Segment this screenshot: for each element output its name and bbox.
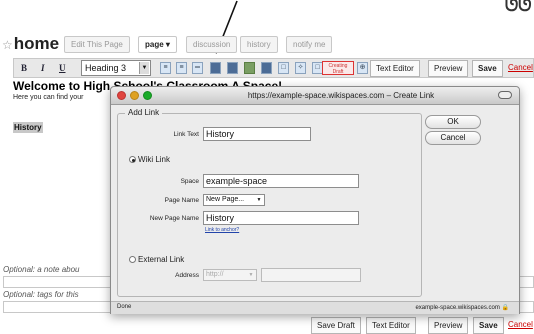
dialog-title: https://example-space.wikispaces.com – C… <box>247 91 435 100</box>
link-text-value: History <box>206 129 235 139</box>
close-window-icon[interactable] <box>117 91 126 100</box>
dialog-status-bar: Done example-space.wikispaces.com 🔒 <box>111 301 519 314</box>
heading-select-value: Heading 3 <box>85 63 127 73</box>
bullet-list-icon[interactable]: ≡ <box>176 62 187 74</box>
create-link-dialog: https://example-space.wikispaces.com – C… <box>110 86 520 314</box>
home-label: home <box>13 34 60 53</box>
status-text: Done <box>117 304 132 310</box>
tab-discussion[interactable]: discussion <box>186 36 238 53</box>
lock-icon: 🔒 <box>501 305 509 311</box>
new-page-name-input[interactable]: History <box>203 211 359 225</box>
link-to-anchor-link[interactable]: Link to anchor? <box>205 227 239 233</box>
chevron-down-icon: ▼ <box>256 197 262 203</box>
image-icon[interactable] <box>244 62 255 74</box>
cancel-link[interactable]: Cancel <box>508 63 533 72</box>
zoom-window-icon[interactable] <box>143 91 152 100</box>
home-star-icon: ☆ <box>2 38 13 52</box>
cancel-label: Cancel <box>440 133 466 142</box>
editor-toolbar: B I U Heading 3 ▼ ≡ ≡ ═ □ ✧ □ Creating Dr… <box>13 58 534 78</box>
tab-label: notify me <box>293 40 326 49</box>
dialog-titlebar: https://example-space.wikispaces.com – C… <box>111 87 519 105</box>
link-icon[interactable] <box>210 62 221 74</box>
history-heading: History <box>13 122 43 133</box>
text-editor-label: Text Editor <box>372 321 410 330</box>
external-link-icon[interactable] <box>227 62 238 74</box>
address-label: Address <box>175 272 199 279</box>
optional-note-label: Optional: a note abou <box>3 265 80 274</box>
creating-draft-label: Creating Draft <box>328 63 348 75</box>
file-icon[interactable] <box>261 62 272 74</box>
bottom-save-button[interactable]: Save <box>473 317 504 334</box>
home-link[interactable]: ☆home <box>2 34 59 55</box>
tab-notify-me[interactable]: notify me <box>286 36 333 53</box>
save-label: Save <box>479 321 498 330</box>
text-editor-button[interactable]: Text Editor <box>370 60 420 77</box>
space-input[interactable]: example-space <box>203 174 359 188</box>
tab-page[interactable]: page ▾ <box>138 36 177 53</box>
chevron-down-icon: ▾ <box>165 40 170 49</box>
heading-select[interactable]: Heading 3 ▼ <box>81 60 151 76</box>
link-text-label: Link Text <box>173 131 199 138</box>
radio-unselected-icon <box>129 256 136 263</box>
italic-button[interactable]: I <box>41 61 45 75</box>
save-label: Save <box>478 64 497 73</box>
tab-label: discussion <box>193 40 231 49</box>
minimize-window-icon[interactable] <box>130 91 139 100</box>
chevron-down-icon: ▼ <box>248 272 254 278</box>
draft-status-icon: ⊕ <box>357 62 368 74</box>
external-link-label: External Link <box>138 255 185 264</box>
bottom-action-bar: Save Draft Text Editor Preview Save Canc… <box>0 314 534 334</box>
optional-tags-label: Optional: tags for this <box>3 290 79 299</box>
toolbar-toggle-icon[interactable] <box>498 91 512 99</box>
save-button[interactable]: Save <box>472 60 503 77</box>
space-value: example-space <box>206 176 268 186</box>
link-text-input[interactable]: History <box>203 127 311 141</box>
new-page-name-label: New Page Name <box>149 215 199 222</box>
new-page-name-value: History <box>206 213 235 223</box>
page-description: Here you can find your <box>13 94 84 101</box>
address-protocol-value: http:// <box>206 271 224 278</box>
wiki-link-label: Wiki Link <box>138 155 171 164</box>
bold-button[interactable]: B <box>21 61 27 75</box>
text-editor-label: Text Editor <box>376 64 414 73</box>
underline-button[interactable]: U <box>59 61 66 75</box>
cancel-label: Cancel <box>508 320 533 329</box>
horizontal-rule-icon[interactable]: ═ <box>192 62 203 74</box>
dialog-cancel-button[interactable]: Cancel <box>425 131 481 145</box>
ok-label: OK <box>447 117 459 126</box>
cancel-label: Cancel <box>508 63 533 72</box>
table-icon[interactable]: □ <box>278 62 289 74</box>
page-name-label: Page Name <box>164 197 199 204</box>
address-input[interactable] <box>261 268 361 282</box>
widget-icon[interactable]: ✧ <box>295 62 306 74</box>
page-name-select[interactable]: New Page... ▼ <box>203 194 265 206</box>
space-label: Space <box>180 178 199 185</box>
add-link-legend: Add Link <box>125 108 163 117</box>
ok-button[interactable]: OK <box>425 115 481 129</box>
external-link-radio[interactable]: External Link <box>129 255 184 264</box>
address-protocol-select[interactable]: http:// ▼ <box>203 269 257 281</box>
tab-label: Edit This Page <box>71 40 123 49</box>
tab-history[interactable]: history <box>240 36 278 53</box>
bottom-text-editor-button[interactable]: Text Editor <box>366 317 416 334</box>
tab-label: page <box>145 40 164 49</box>
numbered-list-icon[interactable]: ≡ <box>160 62 171 74</box>
save-draft-button[interactable]: Save Draft <box>311 317 361 334</box>
chevron-down-icon: ▼ <box>139 62 149 74</box>
preview-button[interactable]: Preview <box>428 60 469 77</box>
tab-edit-this-page[interactable]: Edit This Page <box>64 36 130 53</box>
bottom-preview-button[interactable]: Preview <box>428 317 469 334</box>
wiki-link-radio[interactable]: Wiki Link <box>129 155 170 164</box>
creating-draft-badge: Creating Draft <box>322 61 354 75</box>
status-domain-text: example-space.wikispaces.com <box>415 305 500 311</box>
corner-logo-icon: ᘎᘎ <box>505 0 532 15</box>
preview-label: Preview <box>434 64 463 73</box>
tab-label: history <box>247 40 271 49</box>
status-domain: example-space.wikispaces.com 🔒 <box>415 304 509 311</box>
save-draft-label: Save Draft <box>317 321 355 330</box>
bottom-cancel-link[interactable]: Cancel <box>508 320 533 329</box>
preview-label: Preview <box>434 321 463 330</box>
radio-selected-icon <box>129 156 136 163</box>
page-name-value: New Page... <box>206 196 245 203</box>
